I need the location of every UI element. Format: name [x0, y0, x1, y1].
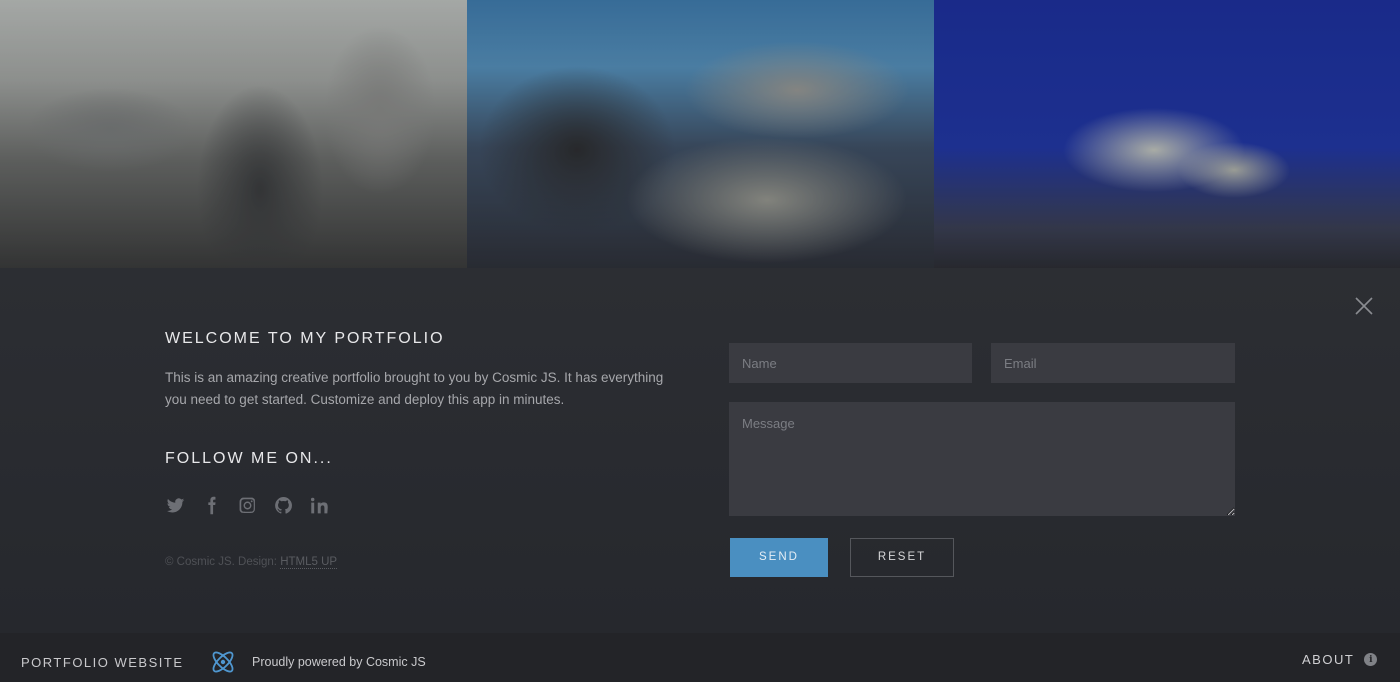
powered-by[interactable]: Proudly powered by Cosmic JS	[208, 647, 426, 677]
about-button[interactable]: ABOUT i	[1302, 652, 1378, 667]
design-credit-link[interactable]: HTML5 UP	[280, 556, 338, 569]
email-field[interactable]	[991, 343, 1235, 383]
message-field[interactable]	[729, 402, 1235, 516]
name-field[interactable]	[729, 343, 972, 383]
social-links	[165, 495, 330, 516]
follow-title: FOLLOW ME ON...	[165, 450, 333, 467]
intro-text: This is an amazing creative portfolio br…	[165, 370, 664, 407]
about-label: ABOUT	[1302, 652, 1355, 667]
info-icon: i	[1364, 653, 1378, 666]
city-skyline-image	[0, 0, 467, 268]
twitter-icon[interactable]	[165, 495, 186, 516]
harbour-view-image	[467, 0, 934, 268]
copyright-text: © Cosmic JS. Design:	[165, 556, 281, 568]
intro-section: WELCOME TO MY PORTFOLIO This is an amazi…	[165, 330, 685, 411]
close-icon[interactable]	[1352, 294, 1376, 318]
reset-button[interactable]: RESET	[850, 538, 954, 577]
site-title[interactable]: PORTFOLIO WEBSITE	[21, 655, 184, 670]
send-button[interactable]: SEND	[730, 538, 828, 577]
cosmic-logo-icon	[212, 651, 234, 673]
github-icon[interactable]	[273, 495, 294, 516]
hero-banner	[0, 0, 1400, 268]
instagram-icon[interactable]	[237, 495, 258, 516]
opera-house-image	[934, 0, 1400, 268]
facebook-icon[interactable]	[201, 495, 222, 516]
footer-bar: PORTFOLIO WEBSITE Proudly powered by Cos…	[0, 633, 1400, 682]
powered-text: Proudly powered by Cosmic JS	[252, 655, 426, 669]
intro-title: WELCOME TO MY PORTFOLIO	[165, 330, 445, 347]
linkedin-icon[interactable]	[309, 495, 330, 516]
copyright: © Cosmic JS. Design: HTML5 UP	[165, 556, 338, 569]
